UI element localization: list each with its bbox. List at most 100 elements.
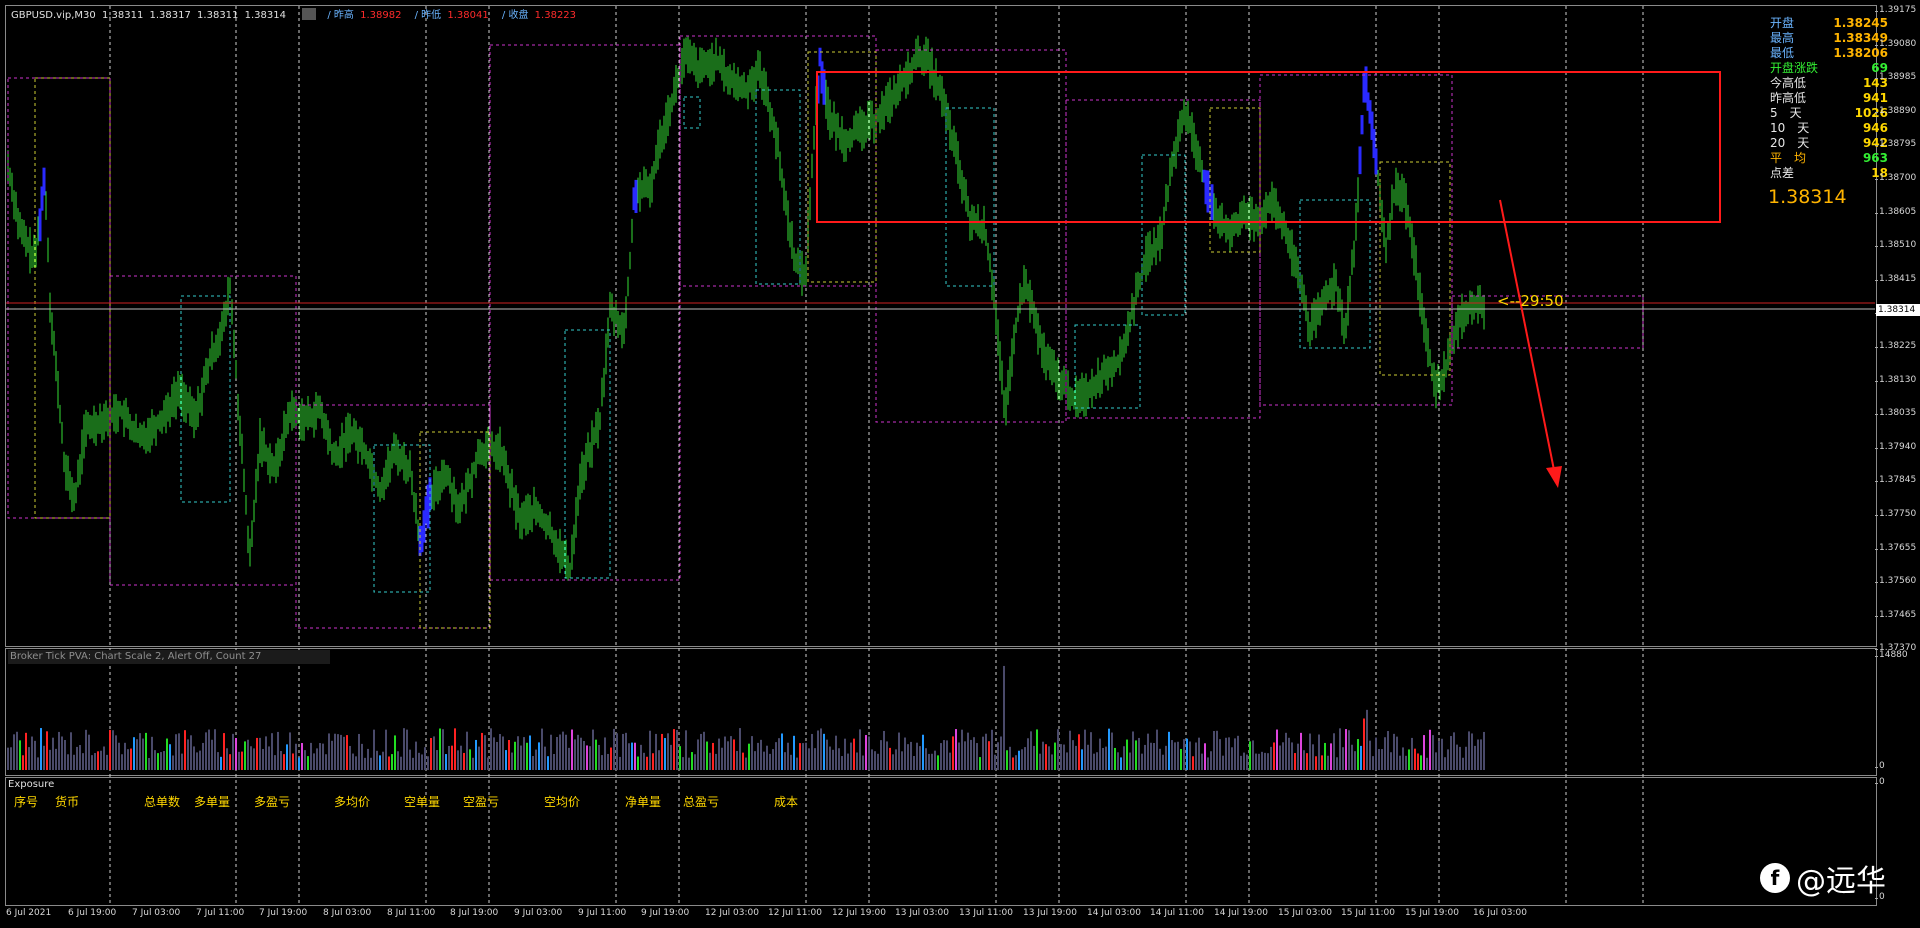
time-tick: 9 Jul 11:00 bbox=[578, 908, 627, 918]
exposure-header: 总单数 bbox=[144, 795, 181, 809]
prev-low-value: 1.38041 bbox=[447, 10, 489, 21]
time-tick: 13 Jul 03:00 bbox=[895, 908, 949, 918]
stat-row: 昨高低 941 bbox=[1770, 91, 1888, 106]
exposure-header: 空单量 bbox=[404, 795, 441, 809]
price-tick: 1.38035 bbox=[1874, 408, 1917, 419]
stat-row: 开盘 1.38245 bbox=[1770, 16, 1888, 31]
watermark: f @远华 bbox=[1760, 856, 1886, 900]
price-marker: 1.38314 bbox=[1876, 304, 1920, 316]
exposure-header: 总盈亏 bbox=[683, 795, 720, 809]
down-arrow-head bbox=[1546, 466, 1562, 488]
chart-drawing-layer bbox=[6, 6, 1875, 904]
exposure-header: 多单量 bbox=[194, 795, 231, 809]
exposure-header: 多盈亏 bbox=[254, 795, 291, 809]
prev-high-label: / 昨高 bbox=[327, 10, 354, 21]
time-tick: 9 Jul 19:00 bbox=[641, 908, 690, 918]
volume-axis-top: 14880 bbox=[1875, 650, 1908, 660]
exposure-header: 成本 bbox=[774, 795, 799, 809]
bar-countdown: <--29:50 bbox=[1497, 292, 1564, 310]
prev-high-value: 1.38982 bbox=[360, 10, 402, 21]
price-tick: 1.38225 bbox=[1874, 341, 1917, 351]
range-box bbox=[875, 49, 1067, 423]
range-box bbox=[34, 77, 111, 519]
range-box bbox=[755, 89, 801, 285]
down-arrow-shaft bbox=[1499, 199, 1555, 471]
stat-label: 今高低 bbox=[1770, 76, 1807, 90]
volume-indicator-caption: Broker Tick PVA: Chart Scale 2, Alert Of… bbox=[8, 650, 330, 664]
stat-label: 5 天 bbox=[1770, 106, 1802, 120]
time-tick: 15 Jul 03:00 bbox=[1278, 908, 1332, 918]
price-tick: 1.37560 bbox=[1874, 576, 1917, 587]
range-box bbox=[683, 96, 701, 129]
volume-axis-bottom: 0 bbox=[1875, 761, 1885, 771]
ohlc-low: 1.38311 bbox=[197, 10, 239, 21]
range-box bbox=[295, 404, 491, 629]
symbol-info: GBPUSD.vip,M30 1.38311 1.38317 1.38311 1… bbox=[11, 6, 579, 21]
time-tick: 13 Jul 19:00 bbox=[1023, 908, 1077, 918]
price-tick: 1.38130 bbox=[1874, 374, 1917, 385]
watermark-text: @远华 bbox=[1796, 864, 1886, 899]
stat-row: 点差 18 bbox=[1770, 166, 1888, 181]
price-tick: 1.38795 bbox=[1874, 139, 1917, 150]
price-axis[interactable]: 1.39175 1.39080 1.38985 1.38890 1.38795 1.387… bbox=[1874, 5, 1920, 653]
stat-label: 点差 bbox=[1770, 166, 1795, 180]
price-tick: 1.38700 bbox=[1874, 173, 1917, 183]
stat-row: 平 均 963 bbox=[1770, 151, 1888, 166]
time-tick: 6 Jul 2021 bbox=[6, 908, 52, 918]
exposure-header: 净单量 bbox=[625, 795, 662, 809]
time-tick: 14 Jul 03:00 bbox=[1087, 908, 1141, 918]
range-box bbox=[1065, 99, 1261, 419]
time-tick: 8 Jul 03:00 bbox=[323, 908, 372, 918]
time-tick: 15 Jul 11:00 bbox=[1341, 908, 1395, 918]
stat-label: 昨高低 bbox=[1770, 91, 1807, 105]
stat-row: 开盘涨跌 69 bbox=[1770, 61, 1888, 76]
exposure-caption: Exposure bbox=[8, 779, 55, 790]
symbol-name: GBPUSD.vip,M30 bbox=[11, 10, 96, 21]
time-tick: 9 Jul 03:00 bbox=[514, 908, 563, 918]
stat-label: 开盘涨跌 bbox=[1770, 61, 1819, 75]
current-price: 1.38314 bbox=[1768, 186, 1847, 208]
time-tick: 7 Jul 11:00 bbox=[196, 908, 245, 918]
stat-row: 5 天 1026 bbox=[1770, 106, 1888, 121]
time-tick: 14 Jul 11:00 bbox=[1150, 908, 1204, 918]
price-tick: 1.37750 bbox=[1874, 509, 1917, 519]
price-tick: 1.37465 bbox=[1874, 609, 1917, 620]
stat-row: 今高低 143 bbox=[1770, 76, 1888, 91]
prev-low-label: / 昨低 bbox=[414, 10, 442, 21]
time-tick: 14 Jul 19:00 bbox=[1214, 908, 1268, 918]
time-tick: 12 Jul 19:00 bbox=[832, 908, 886, 918]
prev-close-value: 1.38223 bbox=[534, 10, 577, 21]
price-tick: 1.38510 bbox=[1874, 240, 1917, 251]
quick-button-icon[interactable] bbox=[302, 8, 317, 20]
price-tick: 1.38415 bbox=[1874, 273, 1917, 284]
stat-label: 开盘 bbox=[1770, 16, 1795, 30]
time-tick: 13 Jul 11:00 bbox=[959, 908, 1013, 918]
exposure-header: 空盈亏 bbox=[463, 795, 500, 809]
exposure-header: 货币 bbox=[55, 795, 80, 809]
logo-icon: f bbox=[1760, 863, 1790, 893]
range-box bbox=[7, 77, 111, 519]
stat-label: 平 均 bbox=[1770, 151, 1807, 165]
time-tick: 16 Jul 03:00 bbox=[1473, 908, 1527, 918]
range-box bbox=[679, 35, 877, 287]
time-tick: 12 Jul 03:00 bbox=[705, 908, 759, 918]
price-tick: 1.38985 bbox=[1874, 72, 1917, 83]
stat-label: 20 天 bbox=[1770, 136, 1810, 150]
ohlc-close: 1.38314 bbox=[244, 10, 286, 21]
stat-label: 10 天 bbox=[1770, 121, 1810, 135]
price-tick: 1.38890 bbox=[1874, 105, 1917, 116]
time-tick: 8 Jul 19:00 bbox=[450, 908, 499, 918]
price-tick: 1.39080 bbox=[1874, 38, 1917, 49]
stat-label: 最低 bbox=[1770, 46, 1795, 60]
stat-label: 最高 bbox=[1770, 31, 1795, 45]
price-tick: 1.38605 bbox=[1874, 206, 1917, 217]
exposure-header: 空均价 bbox=[544, 795, 581, 809]
exposure-header: 多均价 bbox=[334, 795, 371, 809]
price-tick: 1.37655 bbox=[1874, 542, 1917, 553]
exposure-header: 序号 bbox=[14, 795, 39, 809]
ohlc-open: 1.38311 bbox=[101, 10, 144, 21]
stat-row: 20 天 942 bbox=[1770, 136, 1888, 151]
stats-panel: 开盘 1.38245 最高 1.38349 最低 1.38206 开盘涨跌 69 今高低 143 昨… bbox=[1770, 16, 1888, 181]
price-tick: 1.37845 bbox=[1874, 475, 1917, 486]
ohlc-high: 1.38317 bbox=[149, 10, 191, 21]
